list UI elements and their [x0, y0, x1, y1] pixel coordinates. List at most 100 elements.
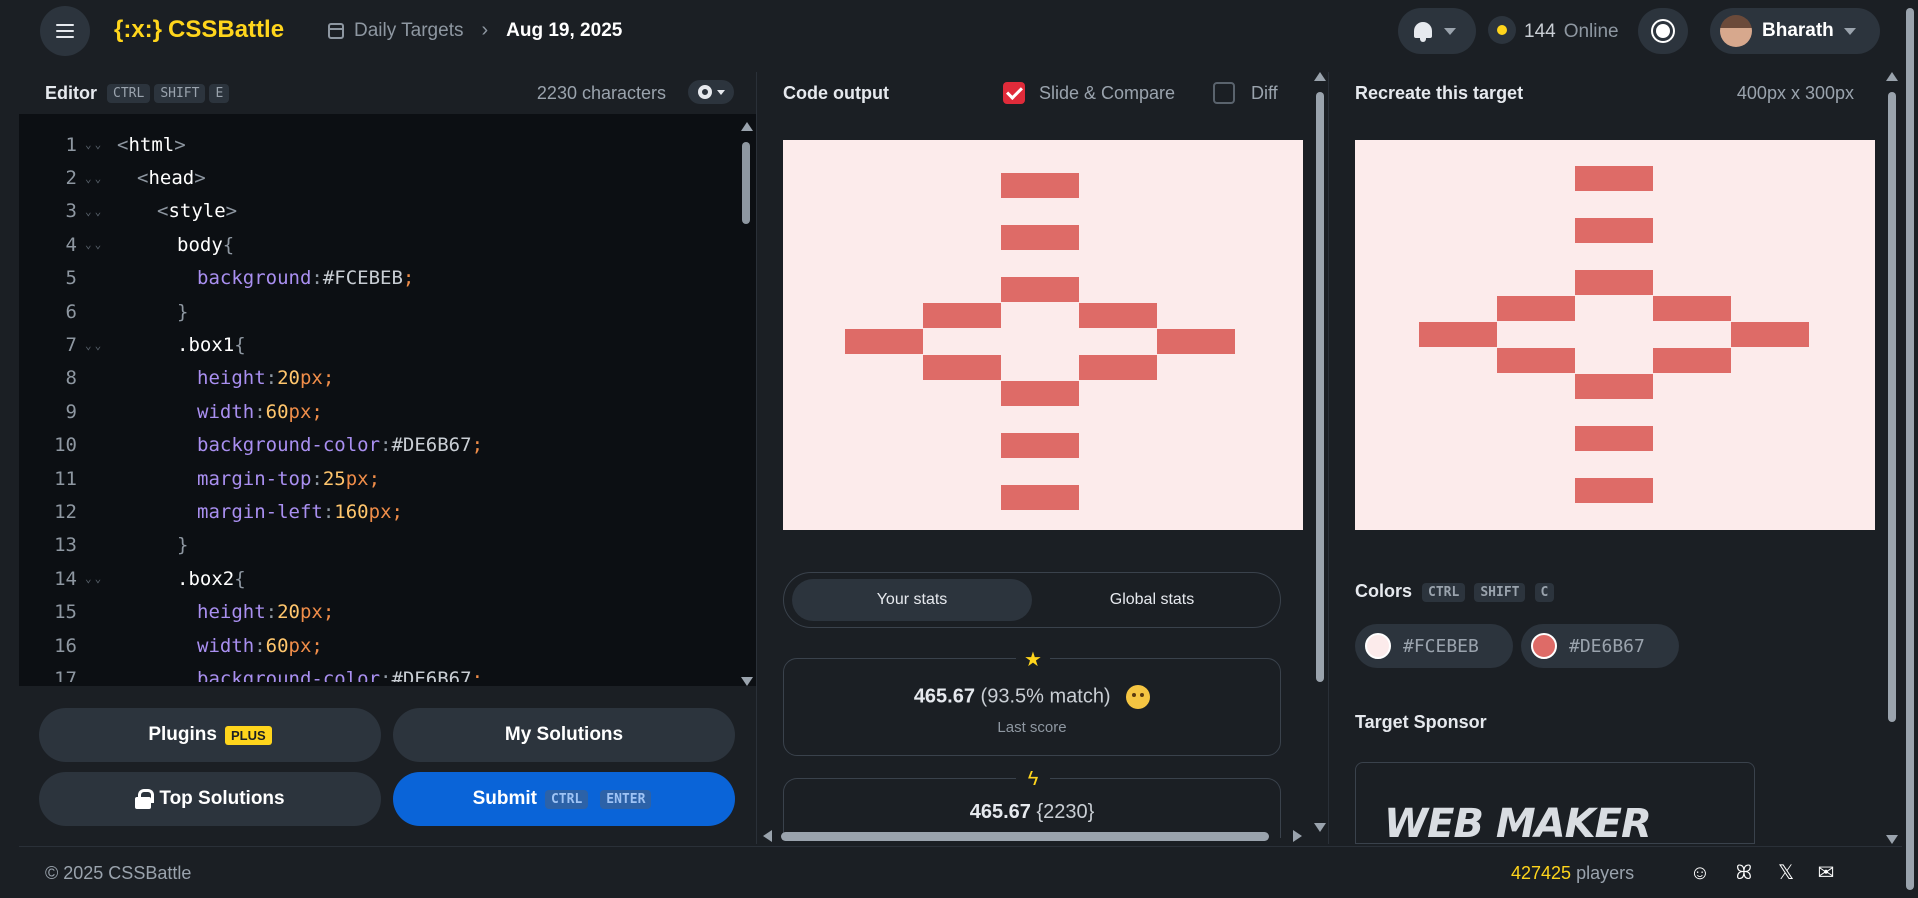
fold-chevron-icon[interactable]: ⌄⌄ — [77, 339, 117, 352]
editor-scrollbar[interactable] — [737, 122, 755, 686]
colors-heading: Colors CTRL SHIFT C — [1355, 580, 1558, 602]
code-line[interactable]: 16 width:60px; — [19, 629, 737, 662]
code-line[interactable]: 7 ⌄⌄ .box1{ — [19, 328, 737, 361]
sun-icon — [1656, 24, 1670, 38]
scroll-thumb[interactable] — [742, 142, 750, 224]
scroll-thumb[interactable] — [1316, 92, 1324, 682]
line-number: 6 — [65, 300, 77, 323]
editor-settings-button[interactable] — [688, 80, 734, 104]
target-header: Recreate this target 400px x 300px — [1329, 72, 1900, 114]
code-line[interactable]: 13} — [19, 529, 737, 562]
hamburger-menu-button[interactable] — [40, 6, 90, 56]
code-line[interactable]: 10 background-color:#DE6B67; — [19, 429, 737, 462]
target-box — [1575, 426, 1653, 451]
code-text: } — [177, 534, 189, 557]
output-box — [1001, 277, 1079, 302]
diff-label[interactable]: Diff — [1251, 83, 1278, 104]
fold-chevron-icon[interactable]: ⌄⌄ — [77, 172, 117, 185]
code-line[interactable]: 5 background:#FCEBEB; — [19, 262, 737, 295]
code-line[interactable]: 4 ⌄⌄ body{ — [19, 228, 737, 261]
code-line[interactable]: 3 ⌄⌄ <style> — [19, 195, 737, 228]
scroll-down-arrow[interactable] — [1886, 835, 1898, 844]
code-line[interactable]: 14 ⌄⌄ .box2{ — [19, 562, 737, 595]
scroll-up-arrow[interactable] — [741, 122, 753, 131]
code-line[interactable]: 17 background-color:#DE6B67; — [19, 662, 737, 682]
target-box — [1575, 166, 1653, 191]
scroll-right-arrow[interactable] — [1293, 830, 1302, 842]
top-bar: {:x:} CSSBattle Daily Targets › Aug 19, … — [0, 0, 1918, 62]
last-score-value: 465.67 — [913, 685, 975, 708]
output-canvas[interactable] — [783, 140, 1303, 530]
tab-your-stats[interactable]: Your stats — [792, 579, 1032, 621]
color-hex: #DE6B67 — [1569, 635, 1645, 657]
scroll-left-arrow[interactable] — [763, 830, 772, 842]
theme-toggle-button[interactable] — [1638, 8, 1688, 54]
top-solutions-button[interactable]: Top Solutions — [39, 772, 381, 826]
code-output-panel: Code output Slide & Compare Diff Your st… — [756, 72, 1326, 844]
user-name: Bharath — [1762, 20, 1834, 41]
logo-mark: {:x:} — [114, 16, 163, 43]
scroll-thumb[interactable] — [1906, 8, 1914, 890]
sponsor-card[interactable]: WEB MAKER — [1355, 762, 1755, 844]
slide-compare-label[interactable]: Slide & Compare — [1039, 83, 1175, 104]
scroll-thumb[interactable] — [781, 832, 1269, 841]
shortcut-key: E — [209, 83, 230, 103]
fold-chevron-icon[interactable]: ⌄⌄ — [77, 572, 117, 585]
code-line[interactable]: 11 margin-top:25px; — [19, 462, 737, 495]
breadcrumb-section[interactable]: Daily Targets — [354, 20, 463, 42]
code-line[interactable]: 15 height:20px; — [19, 595, 737, 628]
shortcut-key: SHIFT — [1474, 583, 1526, 602]
fold-chevron-icon[interactable]: ⌄⌄ — [77, 205, 117, 218]
logo[interactable]: {:x:} CSSBattle — [114, 16, 284, 44]
code-line[interactable]: 2 ⌄⌄ <head> — [19, 161, 737, 194]
best-score-chars: {2230} — [1036, 801, 1095, 823]
code-line[interactable]: 12 margin-left:160px; — [19, 495, 737, 528]
target-box — [1419, 322, 1497, 347]
page-scrollbar[interactable] — [1902, 0, 1918, 898]
shortcut-key: CTRL — [1422, 583, 1466, 602]
line-number: 10 — [54, 434, 77, 457]
target-scrollbar[interactable] — [1885, 72, 1899, 844]
scroll-down-arrow[interactable] — [1314, 823, 1326, 832]
fold-chevron-icon[interactable]: ⌄⌄ — [77, 138, 117, 151]
scroll-up-arrow[interactable] — [1314, 72, 1326, 81]
code-line[interactable]: 6} — [19, 295, 737, 328]
code-text: } — [177, 300, 189, 323]
code-text: height:20px; — [197, 601, 335, 624]
tab-global-stats[interactable]: Global stats — [1032, 579, 1272, 621]
bluesky-icon[interactable]: ꕤ — [1733, 863, 1755, 883]
target-canvas[interactable] — [1355, 140, 1875, 530]
scroll-up-arrow[interactable] — [1886, 72, 1898, 81]
user-menu[interactable]: Bharath — [1710, 8, 1880, 54]
code-line[interactable]: 8 height:20px; — [19, 362, 737, 395]
color-swatch-light[interactable]: #FCEBEB — [1355, 624, 1513, 668]
output-box — [1001, 433, 1079, 458]
color-swatch-red[interactable]: #DE6B67 — [1521, 624, 1679, 668]
diff-checkbox[interactable] — [1213, 82, 1235, 104]
my-solutions-button[interactable]: My Solutions — [393, 708, 735, 762]
plugins-button[interactable]: Plugins PLUS — [39, 708, 381, 762]
scroll-down-arrow[interactable] — [741, 677, 753, 686]
fold-chevron-icon[interactable]: ⌄⌄ — [77, 238, 117, 251]
scroll-thumb[interactable] — [1888, 92, 1896, 722]
code-line[interactable]: 9 width:60px; — [19, 395, 737, 428]
discord-icon[interactable]: ☺ — [1689, 863, 1711, 883]
chevron-right-icon: › — [481, 19, 489, 41]
submit-label: Submit — [472, 788, 537, 809]
code-text: background-color:#DE6B67; — [197, 667, 484, 682]
x-twitter-icon[interactable]: 𝕏 — [1775, 863, 1797, 883]
output-horizontal-scrollbar[interactable] — [757, 829, 1313, 843]
star-icon: ★ — [1016, 647, 1050, 671]
notifications-button[interactable] — [1398, 8, 1476, 54]
submit-button[interactable]: Submit CTRL ENTER — [393, 772, 735, 826]
shortcut-key: CTRL — [107, 83, 151, 103]
color-hex: #FCEBEB — [1403, 635, 1479, 657]
mail-icon[interactable]: ✉ — [1815, 863, 1837, 883]
logo-text: CSSBattle — [168, 16, 285, 43]
output-scrollbar[interactable] — [1313, 72, 1327, 832]
code-line[interactable]: 1 ⌄⌄ <html> — [19, 128, 737, 161]
online-indicator: 144 Online — [1488, 16, 1619, 44]
code-editor[interactable]: 1 ⌄⌄ <html> 2 ⌄⌄ <head> 3 ⌄⌄ <style> 4 ⌄⌄ body{5 bac… — [19, 128, 737, 682]
online-count: 144 — [1524, 21, 1556, 42]
slide-compare-checkbox[interactable] — [1003, 82, 1025, 104]
